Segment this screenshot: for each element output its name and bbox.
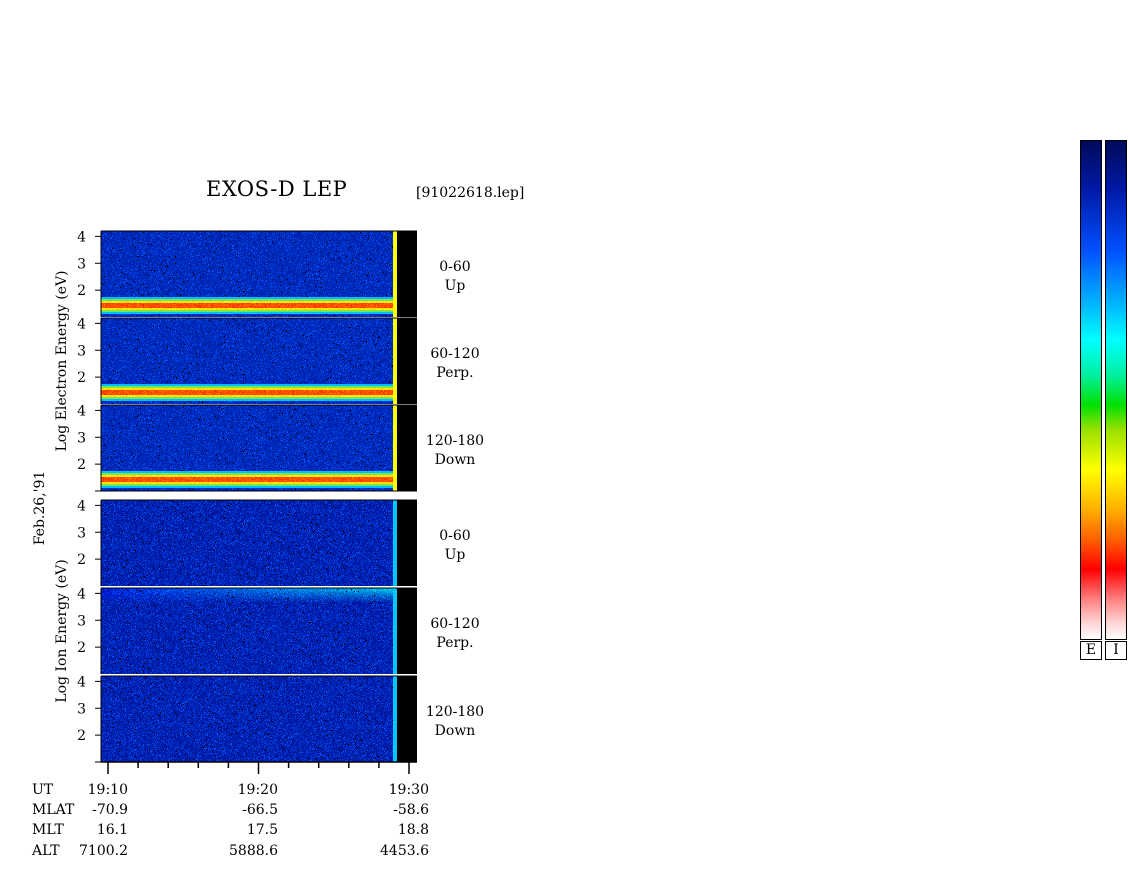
electron-panel-3-data-gap xyxy=(397,405,417,491)
electron-panel-1-ytick-label: 3 xyxy=(77,256,86,272)
electron-panel-2-ytick-label: 2 xyxy=(77,370,86,386)
ion-panel-3-ytick-label: 2 xyxy=(77,728,86,744)
ion-panel-3-heatmap xyxy=(101,676,397,762)
ion-panel-2-ytick-label: 4 xyxy=(77,586,86,602)
ephemeris-value-ut: 19:10 xyxy=(88,782,128,798)
electron-panel-2-edge-stripe xyxy=(393,318,397,404)
ephemeris-value-mlt: 17.5 xyxy=(247,822,278,838)
colorbar-label-i: I xyxy=(1105,641,1127,660)
ion-colorbar xyxy=(1105,140,1127,640)
ephemeris-label-mlat: MLAT xyxy=(32,802,75,818)
electron-ylabel-text: Log Electron Energy (eV) xyxy=(54,270,70,451)
ion-panel-1-ytick-label: 2 xyxy=(77,552,86,568)
ion-panel-3-ytick-label: 3 xyxy=(77,701,86,717)
colorbar-label-e: E xyxy=(1080,641,1102,660)
electron-panel-1-angle-label: 0-60 xyxy=(439,259,470,275)
ephemeris-value-mlat: -70.9 xyxy=(92,802,128,818)
ion-panel-1-edge-stripe xyxy=(393,500,397,586)
ion-panel-2-data-gap xyxy=(397,588,417,674)
electron-panel-1-direction-label: Up xyxy=(445,278,466,294)
ion-panel-2-edge-stripe xyxy=(393,588,397,674)
ephemeris-value-ut: 19:30 xyxy=(389,782,429,798)
electron-panel-2-direction-label: Perp. xyxy=(436,365,473,381)
electron-panel-1-data-gap xyxy=(397,231,417,317)
electron-colorbar xyxy=(1080,140,1102,640)
ephemeris-label-ut: UT xyxy=(32,782,54,798)
ion-panel-2-direction-label: Perp. xyxy=(436,635,473,651)
electron-panel-1-ytick-label: 4 xyxy=(77,229,86,245)
electron-panel-3-angle-label: 120-180 xyxy=(426,433,484,449)
electron-panel-3-ytick-label: 3 xyxy=(77,430,86,446)
ion-panel-2-angle-label: 60-120 xyxy=(430,616,479,632)
ephemeris-label-mlt: MLT xyxy=(32,822,64,838)
ephemeris-value-alt: 5888.6 xyxy=(229,843,278,859)
ion-ylabel: Log Ion Energy (eV) xyxy=(54,559,70,702)
ion-panel-1-ytick-label: 4 xyxy=(77,498,86,514)
electron-panel-2-data-gap xyxy=(397,318,417,404)
ephemeris-value-mlat: -58.6 xyxy=(393,802,429,818)
ion-panel-3-data-gap xyxy=(397,676,417,762)
ephemeris-value-alt: 7100.2 xyxy=(79,843,128,859)
ion-panel-2-heatmap xyxy=(101,588,397,674)
ion-panel-3-angle-label: 120-180 xyxy=(426,704,484,720)
ephemeris-value-ut: 19:20 xyxy=(238,782,278,798)
ion-panel-1-ytick-label: 3 xyxy=(77,525,86,541)
electron-panel-3-ytick-label: 4 xyxy=(77,403,86,419)
ion-panel-1-angle-label: 0-60 xyxy=(439,528,470,544)
date-label: Feb.26,'91 xyxy=(32,471,48,546)
electron-panel-2-angle-label: 60-120 xyxy=(430,346,479,362)
date-label-group: Feb.26,'91 xyxy=(32,471,48,546)
ephemeris-value-mlat: -66.5 xyxy=(242,802,278,818)
electron-panel-1-heatmap xyxy=(101,231,397,317)
electron-panel-3-edge-stripe xyxy=(393,405,397,491)
electron-panel-2-ytick-label: 3 xyxy=(77,343,86,359)
ion-ylabel-text: Log Ion Energy (eV) xyxy=(54,559,70,702)
electron-panel-3-ytick-label: 2 xyxy=(77,457,86,473)
electron-panel-3-direction-label: Down xyxy=(435,452,476,468)
ephemeris-value-mlt: 18.8 xyxy=(398,822,429,838)
spectrogram-figure: 4 3 2 0-60 Up 4 3 2 60-120 Perp. 4 3 2 120-180 Down Log… xyxy=(31,229,484,859)
ion-panel-1-heatmap xyxy=(101,500,397,586)
ion-panel-1-direction-label: Up xyxy=(445,547,466,563)
electron-panel-2-ytick-label: 4 xyxy=(77,316,86,332)
ion-panel-3-ytick-label: 4 xyxy=(77,674,86,690)
ion-panel-1-data-gap xyxy=(397,500,417,586)
electron-panel-1-ytick-label: 2 xyxy=(77,283,86,299)
ion-panel-2-ytick-label: 2 xyxy=(77,640,86,656)
ephemeris-value-alt: 4453.6 xyxy=(380,843,429,859)
ephemeris-value-mlt: 16.1 xyxy=(97,822,128,838)
electron-panel-1-edge-stripe xyxy=(393,231,397,317)
ion-panel-3-direction-label: Down xyxy=(435,723,476,739)
ion-panel-2-ytick-label: 3 xyxy=(77,613,86,629)
ephemeris-label-alt: ALT xyxy=(31,843,60,859)
electron-ylabel: Log Electron Energy (eV) xyxy=(54,270,70,451)
electron-panel-3-heatmap xyxy=(101,405,397,491)
electron-panel-2-heatmap xyxy=(101,318,397,404)
ion-panel-3-edge-stripe xyxy=(393,676,397,762)
